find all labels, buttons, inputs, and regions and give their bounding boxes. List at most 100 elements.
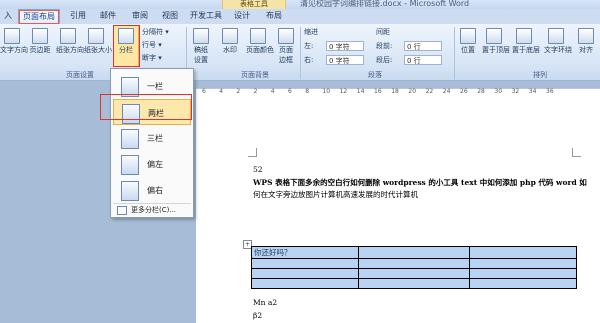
table-cell[interactable]	[468, 258, 578, 269]
table-cell[interactable]: 你还好吗？	[250, 246, 360, 259]
ruler-number: 20	[408, 88, 417, 95]
table-cell[interactable]	[468, 278, 578, 289]
two-columns-highlight-box	[100, 94, 192, 120]
indent-right-input[interactable]: 0 字符	[326, 55, 364, 65]
position-icon	[460, 28, 476, 44]
document-page[interactable]	[196, 98, 600, 323]
document-table[interactable]: 你还好吗？	[250, 246, 578, 289]
ruler-number: 2	[236, 88, 241, 95]
align-button[interactable]: 对齐	[574, 26, 598, 55]
table-cell[interactable]	[250, 258, 360, 269]
hyphenation-button[interactable]: 断字 ▾	[142, 53, 162, 63]
tab-insert[interactable]: 入	[0, 9, 16, 23]
table-cell[interactable]	[358, 246, 470, 259]
menu-item-left[interactable]: 偏左	[113, 151, 191, 177]
table-cell[interactable]	[358, 278, 470, 289]
orientation-button[interactable]: 纸张方向	[56, 26, 84, 55]
tab-page-layout[interactable]: 页面布局	[18, 9, 60, 24]
tab-references[interactable]: 引用	[66, 9, 90, 23]
page-color-icon	[250, 28, 266, 44]
group-separator	[300, 27, 301, 79]
table-cell[interactable]	[250, 278, 360, 289]
doc-line-4[interactable]: Mn a2	[253, 298, 277, 307]
ruler-number: 16	[374, 88, 382, 95]
orientation-icon	[60, 28, 76, 44]
page-color-button[interactable]: 页面颜色	[246, 26, 274, 55]
ruler-number: 12	[339, 88, 348, 95]
doc-line-2[interactable]: WPS 表格下面多余的空白行如何删除 wordpress 的小工具 text 中…	[253, 177, 587, 188]
ribbon-tab-strip	[0, 9, 600, 25]
menu-divider	[113, 203, 191, 204]
ruler-number: 34	[528, 88, 537, 95]
ruler-number: 26	[460, 88, 468, 95]
doc-line-1[interactable]: 52	[253, 165, 263, 174]
text-direction-button[interactable]: 文字方向	[0, 26, 28, 55]
window-title: 清见校园字词编排链接.docx - Microsoft Word	[300, 0, 470, 8]
table-row	[250, 258, 578, 269]
spacing-after-label: 段后:	[376, 56, 393, 64]
ruler-number: 30	[494, 88, 503, 95]
margins-icon	[32, 28, 48, 44]
table-cell[interactable]	[468, 246, 578, 259]
ruler-number: 10	[322, 88, 331, 95]
position-button[interactable]: 位置	[456, 26, 480, 55]
tab-design[interactable]: 设计	[230, 9, 254, 23]
three-columns-icon	[121, 129, 139, 149]
table-row: 你还好吗？	[250, 246, 578, 259]
ruler-number: 32	[511, 88, 520, 95]
ruler-number: 8	[305, 88, 310, 95]
table-row	[250, 278, 578, 289]
breaks-button[interactable]: 分隔符 ▾	[142, 27, 169, 37]
arrange-group-label: 排列	[533, 71, 547, 79]
manuscript-paper-button[interactable]: 稿纸设置	[189, 26, 213, 65]
page-borders-button[interactable]: 页面边框	[274, 26, 298, 65]
tab-view[interactable]: 视图	[158, 9, 182, 23]
margin-corner-mark	[572, 148, 581, 157]
table-cell[interactable]	[358, 258, 470, 269]
ruler-number: 4	[219, 88, 224, 95]
watermark-button[interactable]: 水印	[218, 26, 242, 55]
bring-to-front-button[interactable]: 置于顶层	[482, 26, 510, 55]
paper-size-button[interactable]: 纸张大小	[84, 26, 112, 55]
table-row	[250, 268, 578, 279]
tab-mailings[interactable]: 邮件	[96, 9, 120, 23]
ruler-number: 2	[253, 88, 258, 95]
bring-front-icon	[486, 28, 502, 44]
doc-line-3[interactable]: 何在文字旁边放图片计算机高速发展的时代计算机	[253, 189, 418, 200]
line-numbers-button[interactable]: 行号 ▾	[142, 40, 162, 50]
group-separator	[454, 27, 455, 79]
columns-highlight-box	[113, 25, 140, 67]
tab-developer[interactable]: 开发工具	[186, 9, 226, 23]
indent-title: 缩进	[304, 28, 318, 36]
right-column-icon	[121, 181, 139, 201]
menu-item-right[interactable]: 偏右	[113, 177, 191, 203]
text-direction-icon	[4, 28, 20, 44]
page-setup-group-label: 页面设置	[66, 71, 94, 79]
align-icon	[578, 28, 594, 44]
indent-left-input[interactable]: 0 字符	[326, 41, 364, 51]
margins-button[interactable]: 页边距	[28, 26, 52, 55]
spacing-title: 间距	[376, 28, 390, 36]
ruler-number: 36	[546, 88, 554, 95]
ruler-number: 18	[391, 88, 399, 95]
spacing-before-input[interactable]: 0 行	[404, 41, 442, 51]
send-to-back-button[interactable]: 置于底层	[512, 26, 540, 55]
menu-item-three-columns[interactable]: 三栏	[113, 125, 191, 151]
page-borders-icon	[278, 28, 294, 44]
manuscript-icon	[193, 28, 209, 44]
text-wrap-button[interactable]: 文字环绕	[544, 26, 572, 55]
indent-right-label: 右:	[304, 56, 314, 64]
menu-item-more-columns[interactable]: 更多分栏(C)...	[117, 205, 176, 215]
table-cell[interactable]	[468, 268, 578, 279]
table-cell[interactable]	[250, 268, 360, 279]
ruler-number: 4	[270, 88, 275, 95]
send-back-icon	[516, 28, 532, 44]
spacing-after-input[interactable]: 0 行	[404, 55, 442, 65]
indent-left-label: 左:	[304, 42, 314, 50]
tab-review[interactable]: 审阅	[128, 9, 152, 23]
table-cell[interactable]	[358, 268, 470, 279]
left-column-icon	[121, 155, 139, 175]
tab-layout[interactable]: 布局	[262, 9, 286, 23]
paragraph-group-label: 段落	[368, 71, 382, 79]
doc-line-5[interactable]: β2	[253, 311, 262, 320]
